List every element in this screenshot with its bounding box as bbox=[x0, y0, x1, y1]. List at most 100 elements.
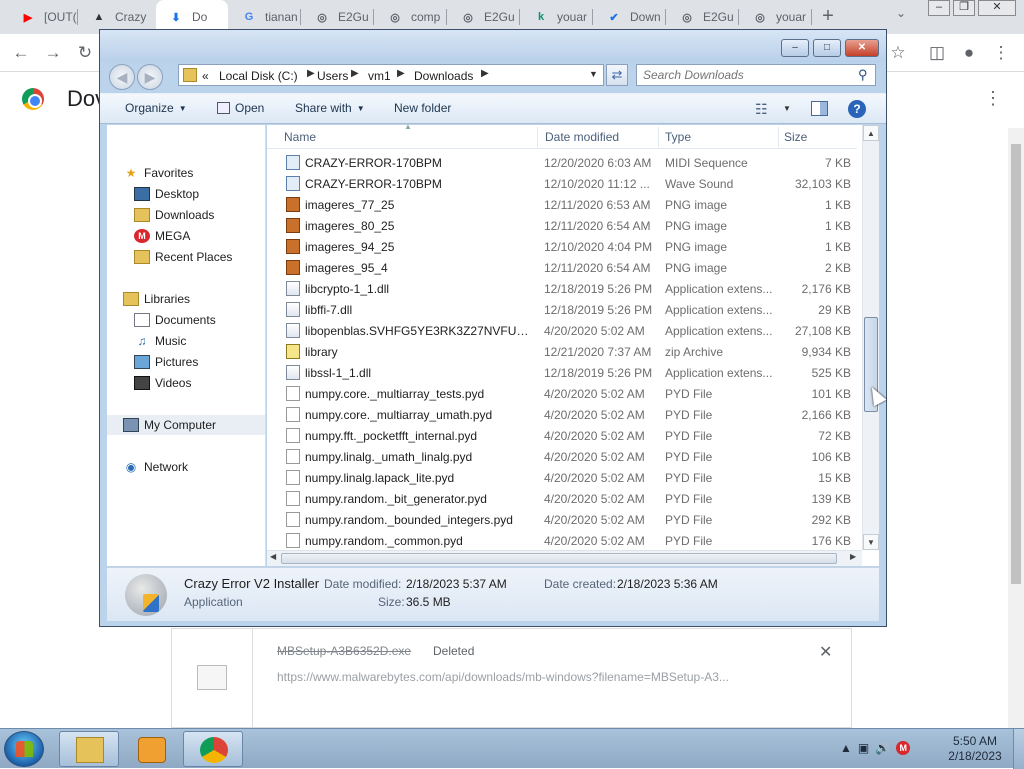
file-row[interactable]: numpy.random._common.pyd 4/20/2020 5:02 A… bbox=[267, 530, 857, 551]
volume-icon[interactable]: 🔊 bbox=[875, 741, 890, 755]
open-button[interactable]: Open bbox=[217, 101, 264, 115]
file-row[interactable]: library 12/21/2020 7:37 AM zip Archive 9,93… bbox=[267, 341, 857, 362]
file-row[interactable]: numpy.linalg._umath_linalg.pyd 4/20/2020 … bbox=[267, 446, 857, 467]
nav-desktop[interactable]: Desktop bbox=[107, 184, 265, 204]
column-name[interactable]: Name bbox=[267, 125, 535, 149]
explorer-close-button[interactable]: ✕ bbox=[845, 39, 879, 57]
bookmark-star-icon[interactable]: ☆ bbox=[887, 42, 909, 64]
breadcrumb-users[interactable]: Users bbox=[317, 69, 348, 83]
breadcrumb-separator-icon[interactable]: ▶ bbox=[307, 68, 315, 79]
back-arrow-icon[interactable]: ← bbox=[10, 42, 32, 64]
column-size[interactable]: Size bbox=[767, 125, 847, 149]
scroll-down-arrow-icon[interactable]: ▼ bbox=[863, 534, 879, 550]
file-list-horizontal-scrollbar[interactable]: ◀ ▶ bbox=[267, 550, 862, 566]
download-url[interactable]: https://www.malwarebytes.com/api/downloa… bbox=[277, 670, 729, 684]
address-bar[interactable]: « Local Disk (C:) ▶ Users ▶ vm1 ▶ Downlo… bbox=[178, 64, 604, 86]
explorer-maximize-button[interactable]: □ bbox=[813, 39, 841, 57]
breadcrumb-downloads[interactable]: Downloads bbox=[414, 69, 473, 83]
help-icon[interactable]: ? bbox=[848, 100, 866, 118]
file-row[interactable]: imageres_94_25 12/10/2020 4:04 PM PNG imag… bbox=[267, 236, 857, 257]
nav-documents[interactable]: Documents bbox=[107, 310, 265, 330]
taskbar-clock[interactable]: 5:50 AM 2/18/2023 bbox=[940, 734, 1010, 764]
preview-pane-icon[interactable] bbox=[811, 101, 828, 116]
scroll-up-arrow-icon[interactable]: ▲ bbox=[863, 125, 879, 141]
scroll-right-arrow-icon[interactable]: ▶ bbox=[850, 552, 856, 561]
breadcrumb-separator-icon[interactable]: ▶ bbox=[397, 68, 405, 79]
file-row[interactable]: imageres_95_4 12/11/2020 6:54 AM PNG image… bbox=[267, 257, 857, 278]
column-date-modified[interactable]: Date modified bbox=[528, 125, 648, 149]
file-list-vertical-scrollbar[interactable]: ▲ ▼ bbox=[862, 125, 879, 550]
chrome-restore-button[interactable]: ❐ bbox=[953, 0, 975, 16]
taskbar-chrome-button[interactable] bbox=[183, 731, 243, 767]
file-row[interactable]: numpy.random._bounded_integers.pyd 4/20/2… bbox=[267, 509, 857, 530]
share-with-button[interactable]: Share with ▼ bbox=[295, 101, 365, 115]
reload-icon[interactable]: ↻ bbox=[74, 42, 96, 64]
search-input[interactable] bbox=[643, 68, 843, 82]
explorer-title-bar[interactable] bbox=[100, 30, 886, 62]
address-dropdown-icon[interactable]: ▼ bbox=[589, 69, 598, 79]
breadcrumb-separator-icon[interactable]: ▶ bbox=[351, 68, 359, 79]
chrome-close-button[interactable]: ✕ bbox=[978, 0, 1016, 16]
organize-button[interactable]: Organize ▼ bbox=[125, 101, 187, 115]
refresh-icon[interactable]: ⇄ bbox=[606, 64, 628, 86]
search-icon[interactable]: ⚲ bbox=[858, 67, 868, 83]
nav-mega[interactable]: M MEGA bbox=[107, 226, 265, 246]
tab-search-chevron-icon[interactable]: ⌄ bbox=[896, 6, 906, 20]
file-row[interactable]: libssl-1_1.dll 12/18/2019 5:26 PM Applicat… bbox=[267, 362, 857, 383]
nav-recent-places[interactable]: Recent Places bbox=[107, 247, 265, 267]
file-row[interactable]: imageres_80_25 12/11/2020 6:54 AM PNG imag… bbox=[267, 215, 857, 236]
file-row[interactable]: CRAZY-ERROR-170BPM 12/20/2020 6:03 AM MIDI… bbox=[267, 152, 857, 173]
explorer-forward-icon[interactable]: ▶ bbox=[137, 64, 163, 90]
explorer-back-icon[interactable]: ◀ bbox=[109, 64, 135, 90]
horizontal-scroll-thumb[interactable] bbox=[281, 553, 837, 564]
forward-arrow-icon[interactable]: → bbox=[42, 42, 64, 64]
nav-favorites[interactable]: ★ Favorites bbox=[107, 163, 265, 183]
profile-avatar-icon[interactable]: ● bbox=[958, 42, 980, 64]
breadcrumb-overflow[interactable]: « bbox=[202, 69, 209, 83]
breadcrumb-vm1[interactable]: vm1 bbox=[368, 69, 391, 83]
new-folder-button[interactable]: New folder bbox=[394, 101, 451, 115]
nav-pictures[interactable]: Pictures bbox=[107, 352, 265, 372]
start-button-windows-logo-icon[interactable] bbox=[4, 731, 44, 767]
file-row[interactable]: numpy.fft._pocketfft_internal.pyd 4/20/20… bbox=[267, 425, 857, 446]
show-hidden-icons-chevron-icon[interactable]: ▲ bbox=[840, 741, 852, 755]
download-filename[interactable]: MBSetup-A3B6352D.exe bbox=[277, 644, 411, 658]
scroll-left-arrow-icon[interactable]: ◀ bbox=[270, 552, 276, 561]
chrome-minimize-button[interactable]: – bbox=[928, 0, 950, 16]
change-view-icon[interactable]: ☷ bbox=[755, 101, 768, 118]
side-panel-icon[interactable]: ◫ bbox=[926, 42, 948, 64]
file-row[interactable]: numpy.linalg.lapack_lite.pyd 4/20/2020 5:… bbox=[267, 467, 857, 488]
breadcrumb-separator-icon[interactable]: ▶ bbox=[481, 68, 489, 79]
column-type[interactable]: Type bbox=[648, 125, 758, 149]
search-box[interactable]: ⚲ bbox=[636, 64, 876, 86]
nav-network[interactable]: ◉ Network bbox=[107, 457, 265, 477]
nav-videos[interactable]: Videos bbox=[107, 373, 265, 393]
taskbar-media-player-button[interactable] bbox=[121, 731, 181, 767]
remove-download-close-icon[interactable]: ✕ bbox=[819, 642, 832, 662]
explorer-minimize-button[interactable]: – bbox=[781, 39, 809, 57]
breadcrumb-local-disk[interactable]: Local Disk (C:) bbox=[219, 69, 298, 83]
file-row[interactable]: numpy.core._multiarray_tests.pyd 4/20/202… bbox=[267, 383, 857, 404]
file-row[interactable]: libffi-7.dll 12/18/2019 5:26 PM Applicatio… bbox=[267, 299, 857, 320]
file-row[interactable]: libopenblas.SVHFG5YE3RK3Z27NVFUDAP... 4/2… bbox=[267, 320, 857, 341]
taskbar-explorer-button[interactable] bbox=[59, 731, 119, 767]
nav-music[interactable]: ♫ Music bbox=[107, 331, 265, 351]
page-more-menu-icon[interactable]: ⋮ bbox=[984, 88, 1002, 109]
nav-my-computer[interactable]: My Computer bbox=[107, 415, 265, 435]
file-row[interactable]: libcrypto-1_1.dll 12/18/2019 5:26 PM Appli… bbox=[267, 278, 857, 299]
file-row[interactable]: numpy.random._bit_generator.pyd 4/20/2020… bbox=[267, 488, 857, 509]
new-tab-button[interactable]: + bbox=[818, 5, 838, 27]
file-row[interactable]: imageres_77_25 12/11/2020 6:53 AM PNG imag… bbox=[267, 194, 857, 215]
nav-downloads[interactable]: Downloads bbox=[107, 205, 265, 225]
chrome-tab[interactable]: ▶ [OUT( bbox=[8, 0, 78, 34]
network-tray-icon[interactable]: ▣ bbox=[858, 741, 869, 755]
view-dropdown-icon[interactable]: ▼ bbox=[783, 104, 791, 113]
nav-libraries[interactable]: Libraries bbox=[107, 289, 265, 309]
chrome-menu-icon[interactable]: ⋮ bbox=[990, 42, 1012, 64]
file-row[interactable]: numpy.core._multiarray_umath.pyd 4/20/202… bbox=[267, 404, 857, 425]
mega-tray-icon[interactable]: M bbox=[896, 741, 911, 755]
page-scrollbar-thumb[interactable] bbox=[1011, 144, 1021, 584]
page-scrollbar[interactable] bbox=[1008, 128, 1024, 728]
file-row[interactable]: CRAZY-ERROR-170BPM 12/10/2020 11:12 ... Wa… bbox=[267, 173, 857, 194]
show-desktop-button[interactable] bbox=[1013, 729, 1024, 769]
